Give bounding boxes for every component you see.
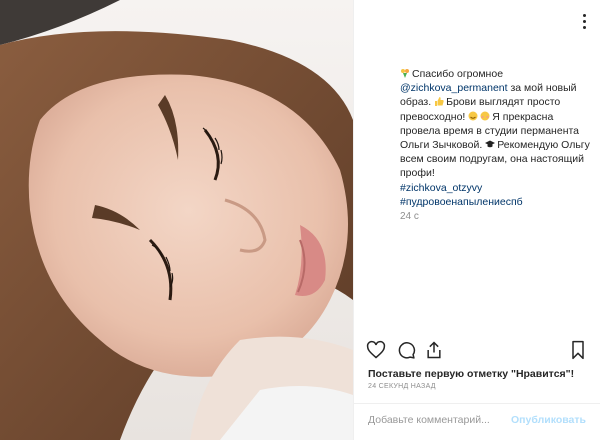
comment-input[interactable] (368, 408, 528, 432)
post-caption: Спасибо огромное @zichkova_permanent за … (400, 67, 590, 209)
share-icon[interactable] (422, 338, 446, 362)
likes-prompt[interactable]: Поставьте первую отметку "Нравится"! (368, 368, 574, 380)
post-photo[interactable] (0, 0, 353, 440)
hashtag-link-2[interactable]: #пудровоенапылениеспб (400, 196, 523, 208)
post-timestamp[interactable]: 24 СЕКУНД НАЗАД (368, 383, 436, 390)
blush-emoji-icon (480, 111, 490, 121)
hashtag-link-1[interactable]: #zichkova_otzyvy (400, 182, 482, 194)
comment-divider (354, 403, 600, 404)
caption-text-1: Спасибо огромное (412, 68, 504, 80)
instagram-post: Спасибо огромное @zichkova_permanent за … (0, 0, 600, 440)
comment-icon[interactable] (394, 338, 418, 362)
more-options-icon[interactable] (568, 14, 586, 32)
bouquet-emoji-icon (401, 69, 409, 78)
heart-icon[interactable] (364, 338, 388, 362)
caption-age[interactable]: 24 с (400, 211, 419, 222)
caption-mention-link[interactable]: @zichkova_permanent (400, 82, 508, 94)
portrait-image (0, 0, 353, 440)
action-bar (354, 336, 600, 366)
smile-emoji-icon (468, 111, 478, 121)
post-side-panel: Спасибо огромное @zichkova_permanent за … (353, 0, 600, 440)
bookmark-icon[interactable] (566, 338, 590, 362)
publish-button[interactable]: Опубликовать (511, 408, 586, 432)
thumbs-up-emoji-icon (435, 97, 444, 107)
graduation-cap-emoji-icon (485, 140, 496, 148)
